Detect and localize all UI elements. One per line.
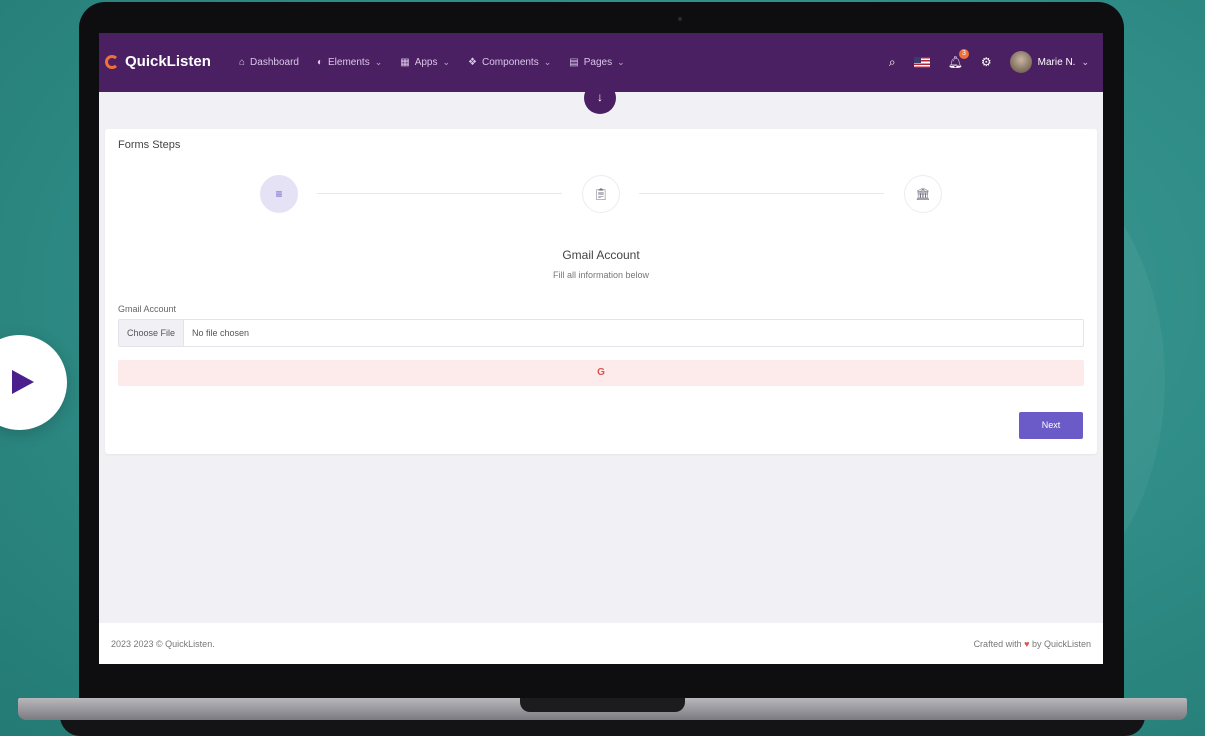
user-menu[interactable]: Marie N. ⌄ [1009,51,1089,73]
nav-label: Apps [414,57,438,68]
notification-bell-icon[interactable]: 🔔︎ 3 [948,49,969,69]
nav-components[interactable]: ❖ Components ⌄ [468,57,551,68]
play-icon [12,370,34,394]
chevron-down-icon: ⌄ [617,57,625,67]
copyright-text: 2023 2023 © QuickListen. [111,639,215,649]
circle-half-icon: ◐ [316,57,324,68]
choose-file-button[interactable]: Choose File [119,320,185,346]
nav-label: Components [482,57,539,68]
grid-icon: ▦ [400,57,410,68]
avatar [1009,51,1032,73]
nav-dashboard[interactable]: ⌂ Dashboard [239,57,299,68]
nav-label: Elements [328,57,370,68]
form-heading: Gmail Account [562,248,640,262]
form-steps-card: Forms Steps ≡ 📋︎ 🏛︎ Gmail Account Fill a… [105,129,1097,454]
step-2[interactable]: 📋︎ [582,175,620,213]
us-flag-icon[interactable] [913,56,930,68]
credit-text: Crafted with ♥ by QuickListen [974,639,1091,649]
chevron-down-icon: ⌄ [1081,56,1089,67]
list-icon: ≡ [275,187,283,201]
nav-label: Dashboard [250,57,299,68]
laptop-notch [520,698,685,712]
home-icon: ⌂ [239,57,246,68]
nav-apps[interactable]: ▦ Apps ⌄ [400,57,450,68]
nav-elements[interactable]: ◐ Elements ⌄ [317,57,382,68]
chevron-down-icon: ⌄ [442,57,451,67]
file-status: No file chosen [192,328,250,338]
stepper: ≡ 📋︎ 🏛︎ [105,175,1097,219]
step-connector [317,193,562,194]
play-button[interactable] [0,335,67,430]
error-alert: G [118,360,1084,386]
next-button[interactable]: Next [1019,412,1083,439]
notification-badge: 3 [958,49,969,59]
form-subheading: Fill all information below [552,270,650,280]
chevron-down-icon: ⌄ [543,57,552,67]
nav-label: Pages [583,57,613,68]
cube-icon: ❖ [468,57,478,68]
card-title: Forms Steps [118,139,181,151]
field-label: Gmail Account [118,304,177,314]
credit-suffix: by QuickListen [1031,639,1091,649]
step-1[interactable]: ≡ [260,175,298,213]
header-tools: ⌕ 🔔︎ 3 ⚙ Marie N. ⌄ [889,49,1089,73]
settings-gear-icon[interactable]: ⚙ [981,55,992,69]
step-3[interactable]: 🏛︎ [904,175,942,213]
scroll-down-button[interactable]: ↓ [584,82,616,114]
footer: 2023 2023 © QuickListen. Crafted with ♥ … [99,623,1103,664]
page-icon: ▤ [569,57,579,68]
app-screen: QuickListen ⌂ Dashboard ◐ Elements ⌄ ▦ A… [99,33,1103,664]
user-name: Marie N. [1037,56,1076,68]
brand-name: QuickListen [125,53,211,70]
camera-dot [678,17,682,21]
main-nav: ⌂ Dashboard ◐ Elements ⌄ ▦ Apps ⌄ ❖ Comp… [239,57,625,68]
bank-icon: 🏛︎ [915,187,931,201]
chevron-down-icon: ⌄ [374,57,383,67]
file-input[interactable]: Choose File No file chosen [118,319,1084,347]
credit-prefix: Crafted with [973,639,1022,649]
step-connector [639,193,884,194]
heart-icon: ♥ [1024,639,1030,649]
arrow-down-icon: ↓ [597,90,603,104]
brand[interactable]: QuickListen [105,53,211,70]
brand-logo-icon [105,54,119,69]
clipboard-icon: 📋︎ [593,187,609,201]
search-icon[interactable]: ⌕ [889,55,896,70]
nav-pages[interactable]: ▤ Pages ⌄ [569,57,624,68]
